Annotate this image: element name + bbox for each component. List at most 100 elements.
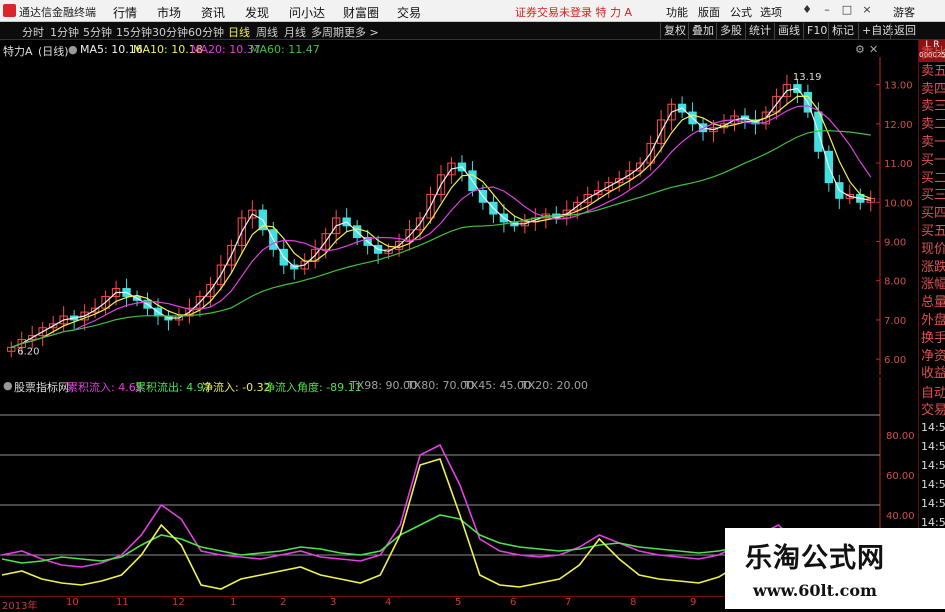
tick-time-1: 14:50	[921, 440, 945, 454]
period-daily[interactable]: 日线	[228, 24, 250, 40]
period-toolbar: 分时 1分钟 5分钟 15分钟 30分钟 60分钟 日线 周线 月线 多周期 更…	[0, 22, 945, 40]
quote-field-17[interactable]: 净资	[921, 349, 945, 365]
close-icon[interactable]: ×	[860, 3, 874, 17]
quote-field-16[interactable]: 换手	[921, 331, 945, 347]
menu-formula[interactable]: 公式	[730, 4, 752, 20]
quote-field-7[interactable]: 买二	[921, 171, 945, 187]
price-chart[interactable]: 13.00 12.00 11.00 10.00 9.00 8.00 7.00 6.00 13.1…	[0, 57, 918, 375]
quote-field-0[interactable]: 委比	[921, 46, 945, 62]
period-multi[interactable]: 多周期	[311, 24, 344, 40]
quote-field-14[interactable]: 总量	[921, 295, 945, 311]
time-axis-label: 2013年	[2, 601, 38, 612]
btn-draw[interactable]: 画线	[774, 23, 803, 39]
quote-field-8[interactable]: 买三	[921, 188, 945, 204]
time-axis-label: 8	[630, 597, 637, 608]
quote-field-18[interactable]: 收益	[921, 366, 945, 382]
time-axis-label: 3	[330, 597, 337, 608]
price-tick-label: 7.00	[884, 316, 906, 327]
tick-time-0: 14:50	[921, 421, 945, 435]
period-tick[interactable]: 分时	[22, 24, 44, 40]
quote-field-11[interactable]: 现价	[921, 242, 945, 258]
time-axis-label: 6	[510, 597, 517, 608]
quote-field-10[interactable]: 买五	[921, 224, 945, 240]
period-1min[interactable]: 1分钟	[50, 24, 79, 40]
ma5-line	[10, 87, 871, 348]
quote-field-2[interactable]: 卖四	[921, 82, 945, 98]
btn-back[interactable]: 返回	[890, 23, 919, 39]
btn-multi-stock[interactable]: 多股	[716, 23, 745, 39]
ma60-label: MA60: 11.47	[250, 43, 320, 56]
btn-stats[interactable]: 统计	[745, 23, 774, 39]
login-notice[interactable]: 证券交易未登录 特 力 A	[515, 4, 632, 20]
price-tick-label: 11.00	[884, 159, 913, 170]
time-axis-label: 2	[280, 597, 287, 608]
auto-trade-0[interactable]: 自动	[921, 386, 945, 402]
price-tick-label: 13.00	[884, 81, 913, 92]
period-15min[interactable]: 15分钟	[116, 24, 152, 40]
indicator-tick-label: 80.00	[886, 431, 915, 442]
menu-ask[interactable]: 问小达	[289, 4, 325, 21]
period-monthly[interactable]: 月线	[284, 24, 306, 40]
price-tick-label: 10.00	[884, 198, 913, 209]
period-weekly[interactable]: 周线	[256, 24, 278, 40]
menu-market[interactable]: 市场	[157, 4, 181, 21]
tick-time-3: 14:50	[921, 478, 945, 492]
quote-side-panel: L R 000025 委比 卖五 卖四 卖三 卖二 卖一 买一 买二 买三 买四 买五 现价 涨跌 涨幅总…	[918, 40, 945, 609]
tick-time-4: 14:50	[921, 497, 945, 511]
time-axis-label: 11	[116, 597, 129, 608]
indicator-tick-label: 40.00	[886, 511, 915, 522]
skin-icon[interactable]: ♦	[800, 3, 814, 17]
btn-overlay[interactable]: 叠加	[688, 23, 717, 39]
period-60min[interactable]: 60分钟	[188, 24, 224, 40]
ma20-line	[10, 105, 872, 348]
period-more[interactable]: 更多 >	[344, 24, 379, 40]
price-tick-label: 12.00	[884, 120, 913, 131]
indicator-tick-label: 60.00	[886, 471, 915, 482]
quote-field-15[interactable]: 外盘	[921, 313, 945, 329]
auto-trade-1[interactable]: 交易	[921, 403, 945, 419]
price-tick-label: 9.00	[884, 237, 906, 248]
time-axis-label: 10	[66, 597, 79, 608]
btn-f10[interactable]: F10	[803, 23, 830, 39]
quote-field-5[interactable]: 卖一	[921, 135, 945, 151]
quote-field-12[interactable]: 涨跌	[921, 260, 945, 276]
app-logo-icon	[3, 4, 16, 17]
quote-field-13[interactable]: 涨幅	[921, 277, 945, 293]
menu-functions[interactable]: 功能	[666, 4, 688, 20]
menu-discover[interactable]: 发现	[245, 4, 269, 21]
legend-toggle-icon[interactable]: ●	[68, 43, 78, 56]
menu-options[interactable]: 选项	[760, 4, 782, 20]
app-title: 通达信金融终端	[19, 6, 96, 19]
price-tick-label: 8.00	[884, 277, 906, 288]
quote-field-1[interactable]: 卖五	[921, 64, 945, 80]
price-tick-label: 6.00	[884, 355, 906, 366]
time-axis-label: 9	[690, 597, 697, 608]
btn-mark[interactable]: 标记	[828, 23, 857, 39]
chart-close-icon[interactable]: ✕	[869, 43, 878, 56]
btn-restore-rights[interactable]: 复权	[660, 23, 689, 39]
time-axis-label: 7	[565, 597, 572, 608]
quote-field-4[interactable]: 卖二	[921, 117, 945, 133]
watermark-banner: 乐淘公式网 www.60lt.com	[725, 528, 945, 609]
menu-layout[interactable]: 版面	[698, 4, 720, 20]
time-axis-label: 12	[172, 597, 185, 608]
watermark-title: 乐淘公式网	[745, 543, 885, 574]
menu-news[interactable]: 资讯	[201, 4, 225, 21]
period-5min[interactable]: 5分钟	[83, 24, 112, 40]
ma-legend: 特力A (日线) ● MA5: 10.16 MA10: 10.18 MA20: …	[0, 41, 880, 58]
period-30min[interactable]: 30分钟	[152, 24, 188, 40]
ma60-line	[10, 129, 871, 348]
quote-field-6[interactable]: 买一	[921, 153, 945, 169]
chart-settings-icon[interactable]: ⚙	[855, 43, 865, 56]
menu-quotes[interactable]: 行情	[113, 4, 137, 21]
menu-trade[interactable]: 交易	[397, 4, 421, 21]
price-annotation: 13.19	[793, 72, 822, 83]
time-axis-label: 4	[385, 597, 392, 608]
guest-label[interactable]: 游客	[893, 4, 915, 20]
maximize-icon[interactable]: □	[840, 3, 854, 17]
quote-field-3[interactable]: 卖三	[921, 99, 945, 115]
time-axis-label: 5	[455, 597, 462, 608]
minimize-icon[interactable]: –	[820, 3, 834, 17]
menu-wealth[interactable]: 财富圈	[343, 4, 379, 21]
quote-field-9[interactable]: 买四	[921, 206, 945, 222]
